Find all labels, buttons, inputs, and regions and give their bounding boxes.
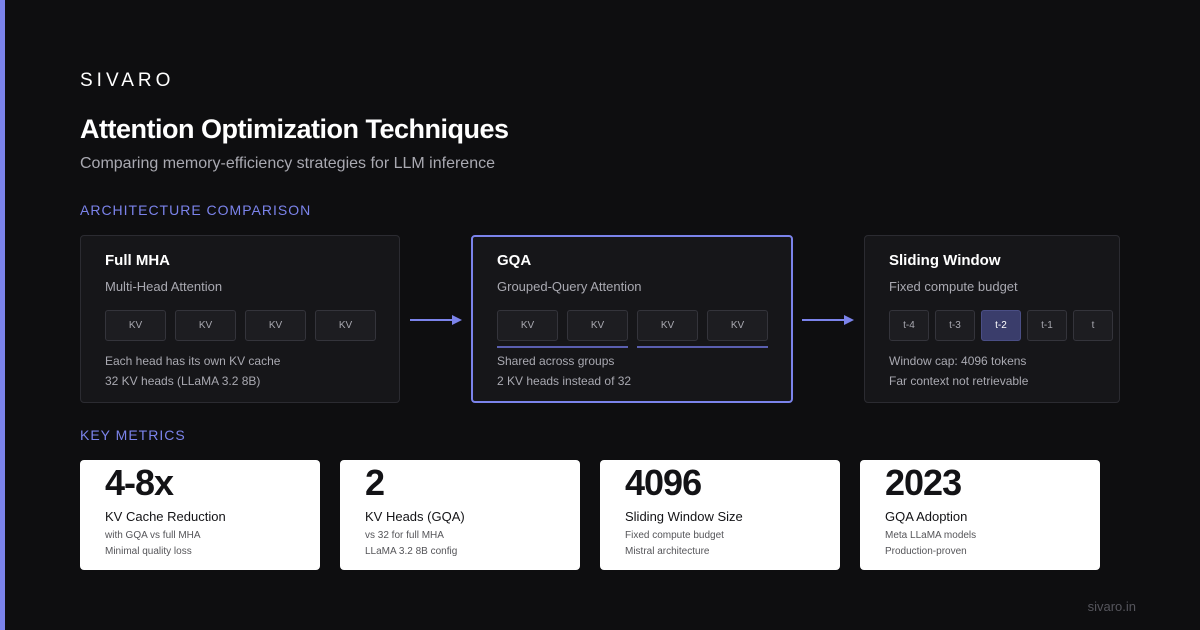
metric-label: GQA Adoption: [885, 509, 968, 524]
kv-chip: KV: [567, 310, 628, 341]
metric-note: with GQA vs full MHA: [105, 530, 201, 541]
metric-note: Meta LLaMA models: [885, 530, 977, 541]
metric-value: 2: [365, 462, 385, 503]
metric-note: LLaMA 3.2 8B config: [365, 546, 458, 557]
card-note: Each head has its own KV cache: [105, 354, 281, 368]
section-label-architecture: ARCHITECTURE COMPARISON: [80, 202, 312, 218]
card-note: Window cap: 4096 tokens: [889, 354, 1027, 368]
kv-chip: KV: [315, 310, 376, 341]
token-chip: t: [1073, 310, 1113, 341]
metric-label: KV Cache Reduction: [105, 509, 226, 524]
token-chip-row: t-4 t-3 t-2 t-1 t: [889, 310, 1113, 341]
kv-chip-row: KV KV KV KV: [497, 310, 768, 341]
card-gqa: GQA Grouped-Query Attention KV KV KV KV …: [471, 235, 793, 403]
kv-chip: KV: [497, 310, 558, 341]
metric-value: 4096: [625, 462, 702, 503]
metric-value: 4-8x: [105, 462, 174, 503]
card-note: 2 KV heads instead of 32: [497, 374, 632, 388]
page-title: Attention Optimization Techniques: [80, 114, 509, 144]
metric-label: KV Heads (GQA): [365, 509, 465, 524]
group-bracket: [497, 346, 628, 348]
metric-label: Sliding Window Size: [625, 509, 743, 524]
card-title: Full MHA: [105, 252, 170, 269]
card-title: GQA: [497, 252, 532, 269]
metric-note: Minimal quality loss: [105, 546, 192, 557]
footer-url: sivaro.in: [1087, 599, 1136, 614]
card-note: Far context not retrievable: [889, 374, 1029, 388]
kv-chip: KV: [245, 310, 306, 341]
brand-logo: SIVARO: [80, 70, 175, 91]
kv-chip: KV: [637, 310, 698, 341]
card-note: Shared across groups: [497, 354, 615, 368]
arrow-right-icon: [410, 315, 462, 325]
token-chip: t-4: [889, 310, 929, 341]
group-bracket: [637, 346, 768, 348]
metric-note: vs 32 for full MHA: [365, 530, 444, 541]
token-chip-active: t-2: [981, 310, 1021, 341]
metric-card: 2 KV Heads (GQA) vs 32 for full MHA LLaM…: [340, 460, 580, 570]
kv-chip-row: KV KV KV KV: [105, 310, 376, 341]
page-subtitle: Comparing memory-efficiency strategies f…: [80, 155, 495, 172]
kv-chip: KV: [105, 310, 166, 341]
kv-chip: KV: [707, 310, 768, 341]
card-subtitle: Multi-Head Attention: [105, 279, 223, 294]
arrow-right-icon: [802, 315, 854, 325]
card-full-mha: Full MHA Multi-Head Attention KV KV KV K…: [80, 235, 400, 403]
section-label-metrics: KEY METRICS: [80, 427, 186, 443]
card-sliding-window: Sliding Window Fixed compute budget t-4 …: [864, 235, 1120, 403]
token-chip: t-3: [935, 310, 975, 341]
token-chip: t-1: [1027, 310, 1067, 341]
card-subtitle: Fixed compute budget: [889, 279, 1018, 294]
metric-note: Fixed compute budget: [625, 530, 724, 541]
card-title: Sliding Window: [889, 252, 1001, 269]
metric-value: 2023: [885, 462, 962, 503]
metric-card: 4096 Sliding Window Size Fixed compute b…: [600, 460, 840, 570]
accent-bar: [0, 0, 5, 630]
metric-card: 4-8x KV Cache Reduction with GQA vs full…: [80, 460, 320, 570]
card-subtitle: Grouped-Query Attention: [497, 279, 642, 294]
metric-note: Production-proven: [885, 546, 967, 557]
card-note: 32 KV heads (LLaMA 3.2 8B): [105, 374, 261, 388]
metric-card: 2023 GQA Adoption Meta LLaMA models Prod…: [860, 460, 1100, 570]
metric-note: Mistral architecture: [625, 546, 710, 557]
kv-chip: KV: [175, 310, 236, 341]
